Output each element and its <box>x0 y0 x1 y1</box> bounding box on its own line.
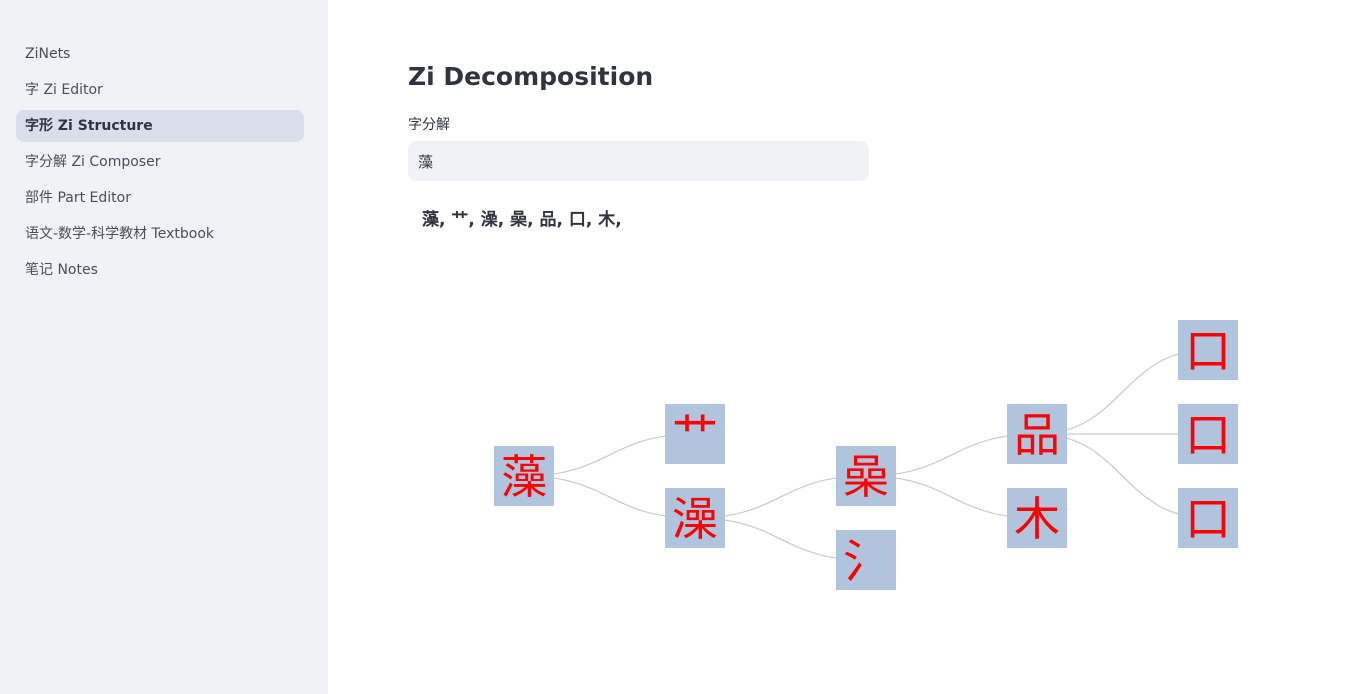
sidebar-item-zi-editor[interactable]: 字 Zi Editor <box>16 74 304 106</box>
tree-node-char: 澡 <box>672 492 718 546</box>
sidebar-item-zinets[interactable]: ZiNets <box>16 38 304 70</box>
tree-node-char: 口 <box>1185 408 1231 462</box>
tree-node-n1[interactable]: 艹 <box>665 404 725 464</box>
decomposition-tree: 藻艹澡喿氵品木口口口 <box>494 320 1238 590</box>
sidebar-item-zi-composer[interactable]: 字分解 Zi Composer <box>16 146 304 178</box>
tree-node-n3[interactable]: 喿 <box>836 446 896 506</box>
sidebar-item-notes[interactable]: 笔记 Notes <box>16 254 304 286</box>
tree-node-char: 品 <box>1014 408 1060 462</box>
tree-node-n4[interactable]: 氵 <box>836 530 896 590</box>
tree-node-n6[interactable]: 木 <box>1007 488 1067 548</box>
tree-node-char: 艹 <box>672 408 718 462</box>
tree-node-char: 藻 <box>501 450 547 504</box>
sidebar: ZiNets 字 Zi Editor 字形 Zi Structure 字分解 Z… <box>0 0 328 694</box>
tree-node-n5[interactable]: 品 <box>1007 404 1067 464</box>
tree-node-char: 口 <box>1185 492 1231 546</box>
tree-node-n7[interactable]: 口 <box>1178 320 1238 380</box>
tree-node-n9[interactable]: 口 <box>1178 488 1238 548</box>
tree-node-n0[interactable]: 藻 <box>494 446 554 506</box>
sidebar-item-zi-structure[interactable]: 字形 Zi Structure <box>16 110 304 142</box>
tree-node-char: 喿 <box>843 450 889 504</box>
sidebar-nav: ZiNets 字 Zi Editor 字形 Zi Structure 字分解 Z… <box>16 38 304 290</box>
main-content: Zi Decomposition 字分解 藻, 艹, 澡, 喿, 品, 口, 木… <box>328 0 1357 694</box>
tree-node-char: 口 <box>1185 324 1231 378</box>
tree-node-char: 木 <box>1014 492 1060 546</box>
tree-nodes: 藻艹澡喿氵品木口口口 <box>494 320 1238 590</box>
sidebar-item-textbook[interactable]: 语文-数学-科学教材 Textbook <box>16 218 304 250</box>
tree-node-n2[interactable]: 澡 <box>665 488 725 548</box>
tree-node-char: 氵 <box>843 534 889 588</box>
sidebar-item-part-editor[interactable]: 部件 Part Editor <box>16 182 304 214</box>
tree-node-n8[interactable]: 口 <box>1178 404 1238 464</box>
